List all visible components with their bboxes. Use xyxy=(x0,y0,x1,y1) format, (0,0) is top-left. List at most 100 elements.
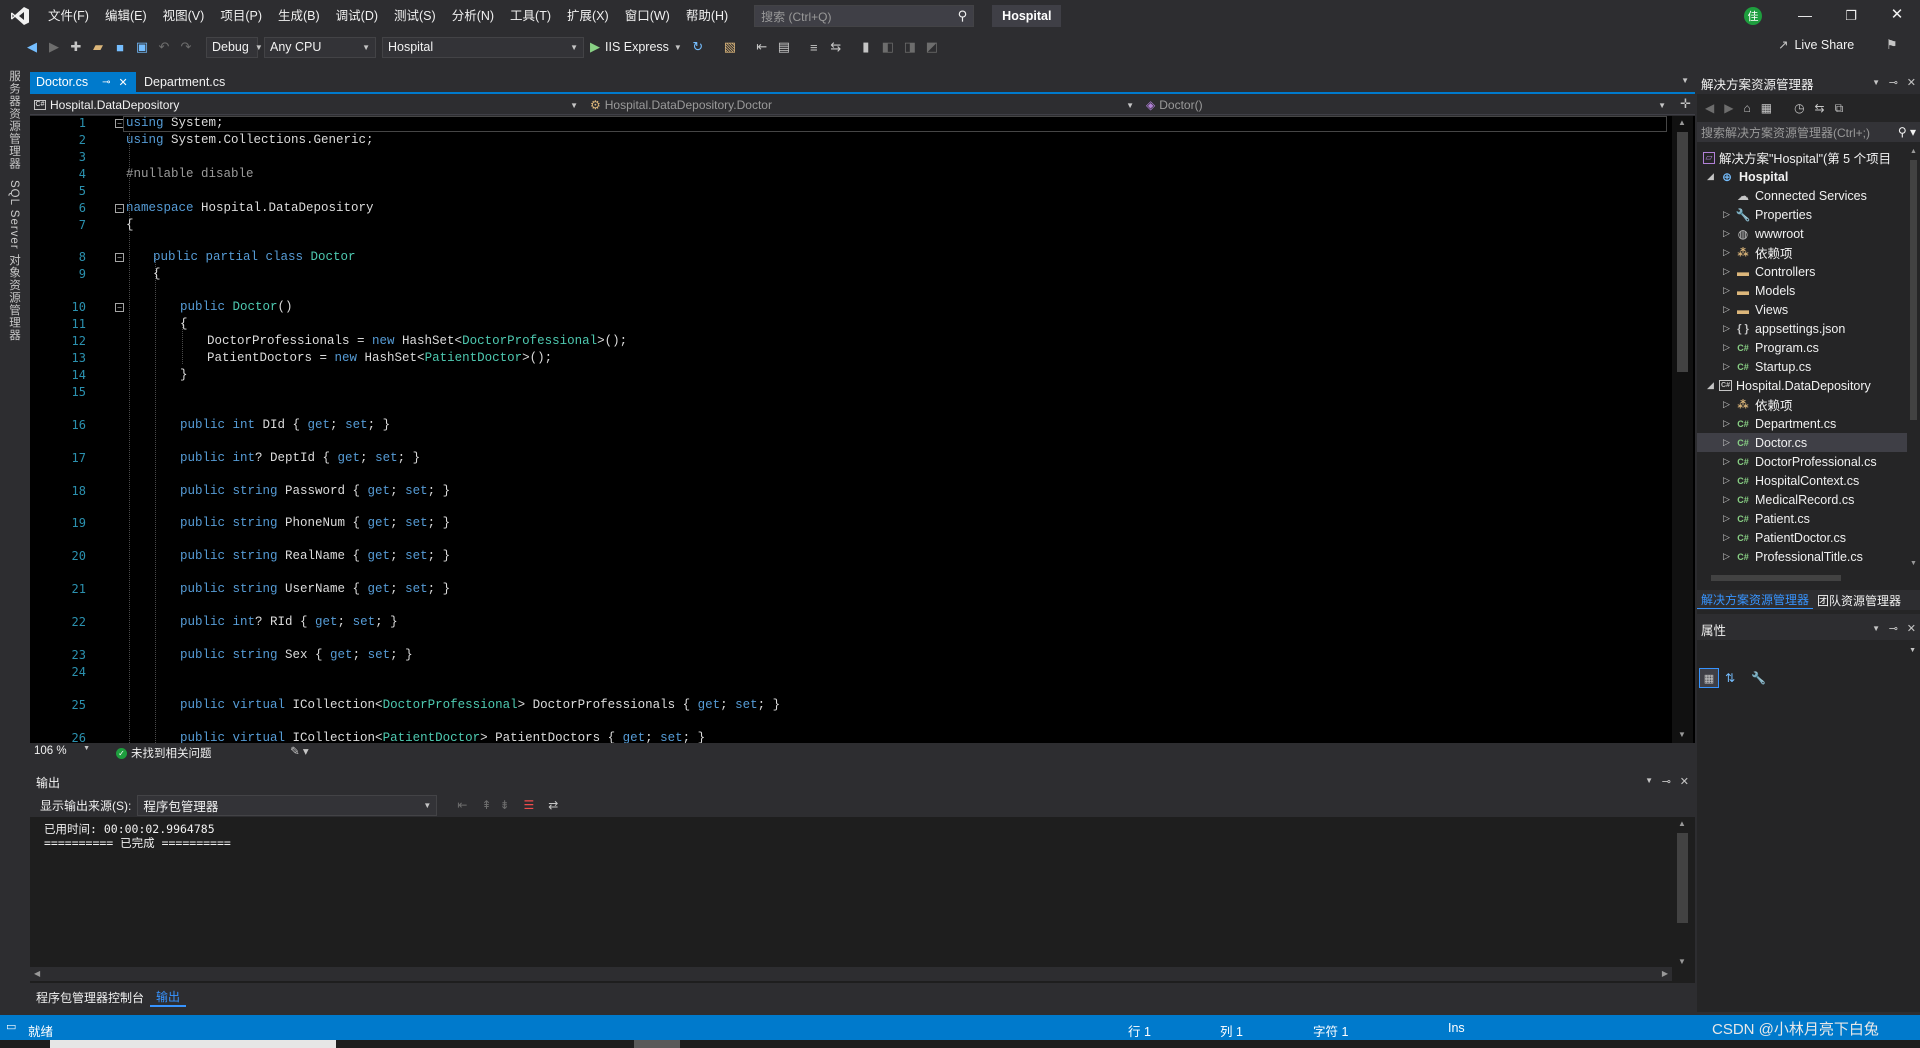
collapse-all-icon[interactable]: ⧉ xyxy=(1835,101,1844,116)
tree-item[interactable]: ▷ C# Program.cs xyxy=(1723,338,1819,357)
scroll-up-icon[interactable]: ▲ xyxy=(1678,819,1686,828)
close-icon[interactable]: ✕ xyxy=(1907,622,1916,635)
feedback-icon[interactable]: ⚑ xyxy=(1886,37,1898,53)
tab-team-explorer[interactable]: 团队资源管理器 xyxy=(1813,592,1905,609)
pane-menu-icon[interactable]: ▼ xyxy=(1872,624,1880,633)
solution-configuration-select[interactable]: Debug ▼ xyxy=(206,36,263,58)
tree-item[interactable]: ▷ ◍ wwwroot xyxy=(1723,224,1804,243)
output-source-select[interactable]: 程序包管理器 ▼ xyxy=(137,794,438,816)
collapse-icon[interactable]: − xyxy=(115,204,124,213)
close-icon[interactable]: ✕ xyxy=(1907,76,1916,89)
account-avatar[interactable]: 佳 xyxy=(1744,7,1762,25)
output-vertical-scrollbar[interactable]: ▲ ▼ xyxy=(1672,817,1693,983)
word-wrap-icon[interactable]: ⇄ xyxy=(548,798,558,812)
tree-item[interactable]: ▷ 🔧 Properties xyxy=(1723,205,1812,224)
scroll-left-icon[interactable]: ◀ xyxy=(34,969,40,978)
clear-bookmarks-icon[interactable]: ◩ xyxy=(922,37,942,57)
save-icon[interactable]: ■ xyxy=(110,37,130,57)
scroll-up-icon[interactable]: ▲ xyxy=(1678,118,1686,127)
forward-icon[interactable]: ▶ xyxy=(1724,101,1733,115)
prev-message-icon[interactable]: ⇞ xyxy=(481,798,491,812)
save-all-icon[interactable]: ▣ xyxy=(132,37,152,57)
next-bookmark-icon[interactable]: ◨ xyxy=(900,37,920,57)
prev-bookmark-icon[interactable]: ◧ xyxy=(878,37,898,57)
menu-debug[interactable]: 调试(D) xyxy=(328,0,386,32)
visual-studio-logo-icon[interactable] xyxy=(0,0,40,32)
bookmark-icon[interactable]: ▮ xyxy=(856,37,876,57)
project-dropdown[interactable]: C# Hospital.DataDepository ▼ xyxy=(30,96,582,114)
tree-item[interactable]: ◢ C# Hospital.DataDepository xyxy=(1707,376,1871,395)
refresh-icon[interactable]: ↻ xyxy=(688,37,708,57)
tree-item[interactable]: ▷ { } appsettings.json xyxy=(1723,319,1845,338)
pending-changes-icon[interactable]: ◷ xyxy=(1794,101,1804,115)
alphabetical-icon[interactable]: ⇅ xyxy=(1725,671,1735,685)
startup-project-select[interactable]: Hospital ▼ xyxy=(382,36,584,58)
scroll-thumb[interactable] xyxy=(1910,160,1917,420)
sql-server-object-explorer-tab[interactable]: SQL Server 对象资源管理器 xyxy=(6,180,22,341)
tree-item[interactable]: ▷ C# Startup.cs xyxy=(1723,357,1811,376)
next-message-icon[interactable]: ⇟ xyxy=(499,798,509,812)
comment-icon[interactable]: ≡ xyxy=(804,37,824,57)
tab-package-manager-console[interactable]: 程序包管理器控制台 xyxy=(30,987,150,1007)
tree-item[interactable]: ▷ ▬ Views xyxy=(1723,300,1788,319)
solution-platform-select[interactable]: Any CPU ▼ xyxy=(264,36,376,58)
pin-icon[interactable]: ⊸ xyxy=(1889,76,1898,89)
tree-item[interactable]: ▷ ⁂ 依赖项 xyxy=(1723,243,1793,262)
tree-item[interactable]: ▷ C# PatientDoctor.cs xyxy=(1723,528,1846,547)
scroll-right-icon[interactable]: ▶ xyxy=(1662,969,1668,978)
code-cleanup-icon[interactable]: ✎ ▾ xyxy=(290,744,309,758)
tree-item[interactable]: ▷ C# ProfessionalTitle.cs xyxy=(1723,547,1863,566)
clear-all-icon[interactable]: ☰ xyxy=(524,798,535,812)
property-pages-icon[interactable]: 🔧 xyxy=(1751,671,1766,685)
switch-views-icon[interactable]: ▦ xyxy=(1761,101,1772,115)
tree-item[interactable]: ▷ C# Department.cs xyxy=(1723,414,1836,433)
redo-icon[interactable]: ↷ xyxy=(176,37,196,57)
tree-item[interactable]: ▷ ▬ Controllers xyxy=(1723,262,1815,281)
pin-icon[interactable]: ⊸ xyxy=(1662,775,1671,788)
member-dropdown[interactable]: ◈ Doctor() ▼ xyxy=(1142,96,1670,114)
sync-icon[interactable]: ⇆ xyxy=(1815,101,1825,115)
tab-department-cs[interactable]: Department.cs xyxy=(138,72,231,92)
issues-indicator[interactable]: ✓ 未找到相关问题 xyxy=(116,745,212,761)
tree-item[interactable]: ☁ Connected Services xyxy=(1735,186,1867,205)
scroll-thumb[interactable] xyxy=(1711,575,1841,581)
class-dropdown[interactable]: ⚙ Hospital.DataDepository.Doctor ▼ xyxy=(586,96,1138,114)
uncomment-icon[interactable]: ⇆ xyxy=(826,37,846,57)
scroll-thumb[interactable] xyxy=(1677,132,1688,372)
open-file-icon[interactable]: ▰ xyxy=(88,37,108,57)
code-editor[interactable]: 1 2 3 4 5 6 7 8 9 10 11 12 13 14 15 16 1… xyxy=(30,116,1695,745)
tree-horizontal-scrollbar[interactable] xyxy=(1697,572,1907,584)
back-icon[interactable]: ◀ xyxy=(1705,101,1714,115)
new-project-icon[interactable]: ✚ xyxy=(66,37,86,57)
tree-item[interactable]: ▷ C# MedicalRecord.cs xyxy=(1723,490,1854,509)
tree-item[interactable]: ▷ ▬ Models xyxy=(1723,281,1795,300)
quick-launch-search[interactable]: 搜索 (Ctrl+Q) ⚲ xyxy=(754,5,975,27)
restore-window-icon[interactable]: ❐ xyxy=(1841,8,1861,24)
menu-edit[interactable]: 编辑(E) xyxy=(97,0,155,32)
tree-item[interactable]: ▷ C# Patient.cs xyxy=(1723,509,1810,528)
scroll-down-icon[interactable]: ▼ xyxy=(1910,560,1917,567)
collapse-icon[interactable]: − xyxy=(115,253,124,262)
tab-output[interactable]: 输出 xyxy=(150,987,187,1007)
menu-test[interactable]: 测试(S) xyxy=(386,0,444,32)
output-horizontal-scrollbar[interactable]: ◀ ▶ xyxy=(30,967,1672,981)
start-debugging-button[interactable]: ▶ IIS Express ▼ xyxy=(590,36,682,58)
menu-project[interactable]: 项目(P) xyxy=(212,0,270,32)
server-explorer-tab[interactable]: 服务器资源管理器 xyxy=(6,70,22,170)
tree-item[interactable]: ▷ C# HospitalContext.cs xyxy=(1723,471,1859,490)
browser-link-icon[interactable]: ▧ xyxy=(720,37,740,57)
tree-item[interactable]: ▷ ⁂ 依赖项 xyxy=(1723,395,1793,414)
menu-extensions[interactable]: 扩展(X) xyxy=(559,0,617,32)
close-icon[interactable]: ✕ xyxy=(1680,775,1689,788)
menu-build[interactable]: 生成(B) xyxy=(270,0,328,32)
tab-solution-explorer[interactable]: 解决方案资源管理器 xyxy=(1697,591,1814,609)
tab-overflow-icon[interactable]: ▼ xyxy=(1681,76,1689,85)
undo-icon[interactable]: ↶ xyxy=(154,37,174,57)
close-icon[interactable]: ✕ xyxy=(119,76,128,89)
scroll-up-icon[interactable]: ▲ xyxy=(1910,148,1917,155)
find-message-icon[interactable]: ⇤ xyxy=(457,798,467,812)
home-icon[interactable]: ⌂ xyxy=(1743,101,1750,115)
menu-view[interactable]: 视图(V) xyxy=(155,0,213,32)
close-window-icon[interactable]: ✕ xyxy=(1887,7,1907,23)
navigate-back-icon[interactable]: ◀ xyxy=(22,37,42,57)
